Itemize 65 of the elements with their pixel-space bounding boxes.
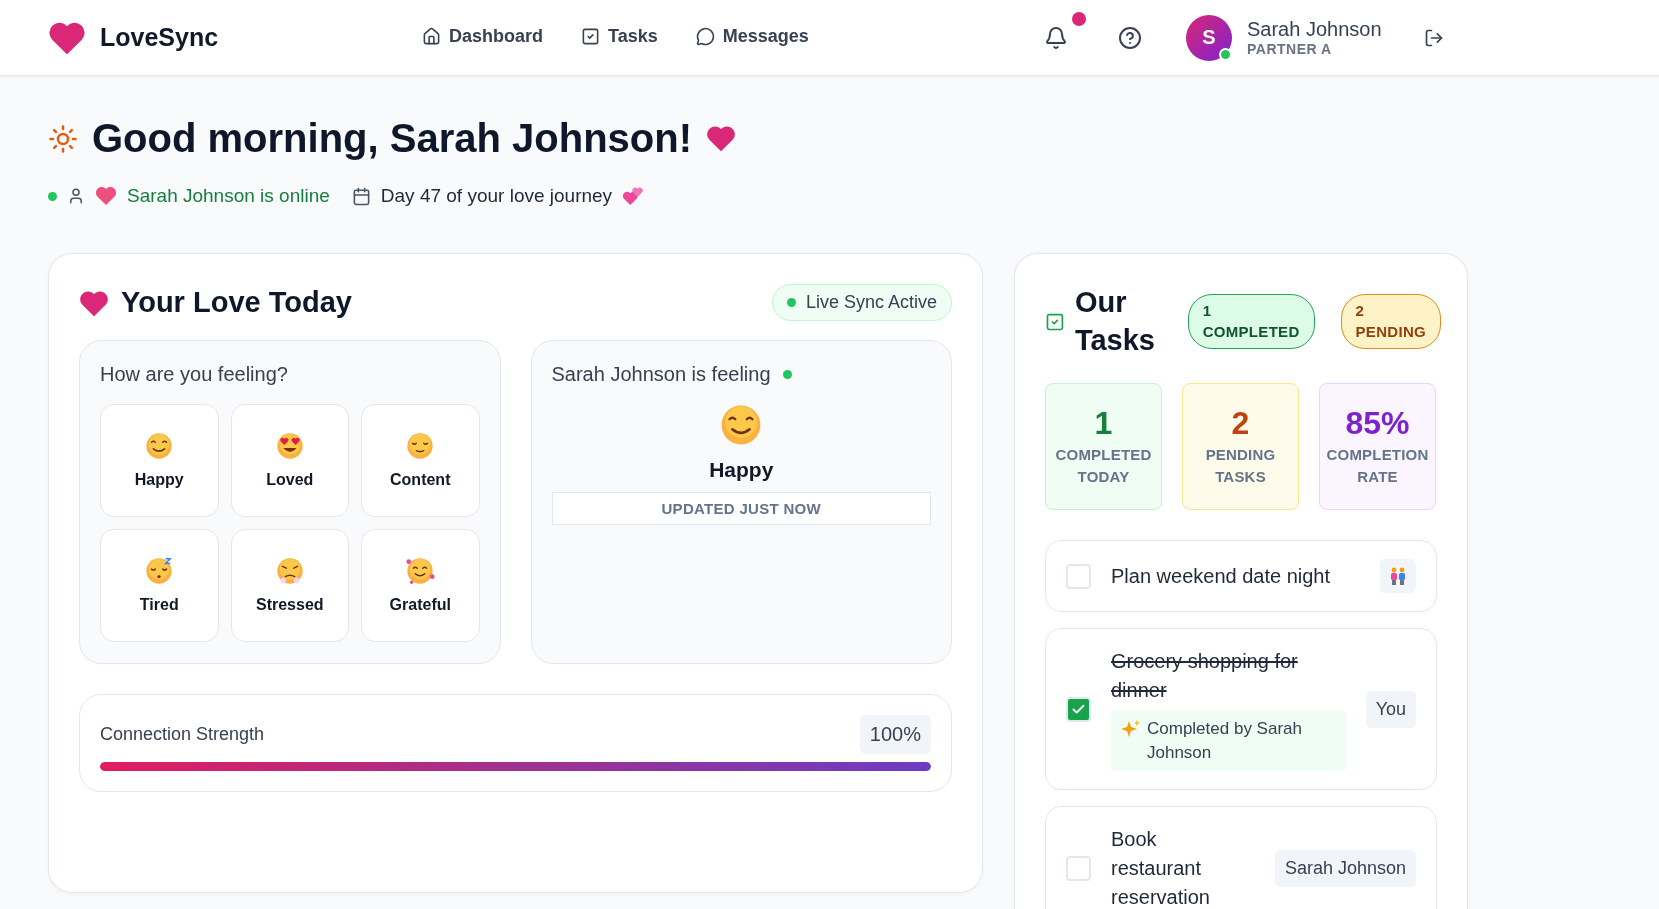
sync-badge: Live Sync Active [771,284,952,322]
heart-icon [95,186,117,206]
mood-option[interactable]: Grateful [361,528,480,642]
stat-value: 1 [1094,404,1113,442]
connection-reading: 100% [859,714,931,754]
chat-bubble-icon [695,27,715,46]
task-title: Book restaurant reservation [1111,826,1211,909]
status-dot [782,369,792,379]
panel-title: How are you feeling? [100,362,289,386]
heart-icon [706,125,736,152]
sun-icon [48,123,78,154]
completion-note: Completed by Sarah Johnson [1111,711,1346,771]
partner-status: Sarah Johnson is online [127,185,330,207]
updated-label: UPDATED JUST NOW [551,491,931,525]
bell-icon [1044,25,1068,50]
card-title: Your Love Today [121,285,352,320]
partner-mood-label: Happy [709,457,774,482]
card-title: Our Tasks [1074,285,1156,358]
task-checkbox[interactable] [1066,855,1091,881]
two-hearts-icon [622,186,645,206]
face-icon [274,556,305,587]
user-avatar[interactable]: S [1186,14,1232,61]
face-icon [274,431,305,462]
journey-text: Day 47 of your love journey [380,185,613,207]
mood-option[interactable]: Happy [100,403,219,517]
count-badge: 1 COMPLETED [1187,294,1315,350]
stat-label: PENDING TASKS [1204,444,1277,488]
nav-link[interactable]: Messages [691,22,813,53]
stat-label: COMPLETED TODAY [1054,444,1153,488]
greeting-title: Good morning, Sarah Johnson! [92,116,692,161]
assignee-tag: You [1365,690,1416,728]
heart-icon [79,289,109,317]
person-icon [67,187,85,205]
brand-name: LoveSync [100,23,219,52]
nav-link[interactable]: Tasks [577,22,662,53]
mood-option[interactable]: Loved [230,403,349,517]
task-checkbox[interactable] [1066,696,1091,722]
couple-icon [1390,567,1406,586]
task-title: Grocery shopping for dinner [1111,649,1299,704]
task-checkbox[interactable] [1066,563,1091,589]
face-icon [405,556,436,587]
connection-label: Connection Strength [100,723,265,745]
help-icon [1118,25,1142,50]
mood-option[interactable]: Stressed [230,528,349,642]
mood-option[interactable]: Tired [100,528,219,642]
checkbox-icon [581,27,601,46]
user-role: PARTNER A [1247,41,1333,57]
face-icon [144,556,175,587]
task-title: Plan weekend date night [1111,563,1332,589]
logout-icon [1423,27,1444,48]
home-icon [422,27,441,46]
stat-value: 85% [1345,404,1410,442]
face-icon [144,431,175,462]
calendar-icon [351,186,371,206]
stat-label: COMPLETION RATE [1325,444,1430,488]
face-icon [405,431,436,462]
status-dot [48,191,57,201]
nav-link[interactable]: Dashboard [418,22,548,53]
stat-value: 2 [1231,404,1250,442]
logo-heart-icon [48,20,86,55]
user-name: Sarah Johnson [1247,18,1382,41]
mood-option[interactable]: Content [361,403,480,517]
panel-title: Sarah Johnson is feeling [551,362,771,386]
assignee-tag: Sarah Johnson [1274,849,1416,887]
count-badge: 2 PENDING [1340,294,1441,350]
